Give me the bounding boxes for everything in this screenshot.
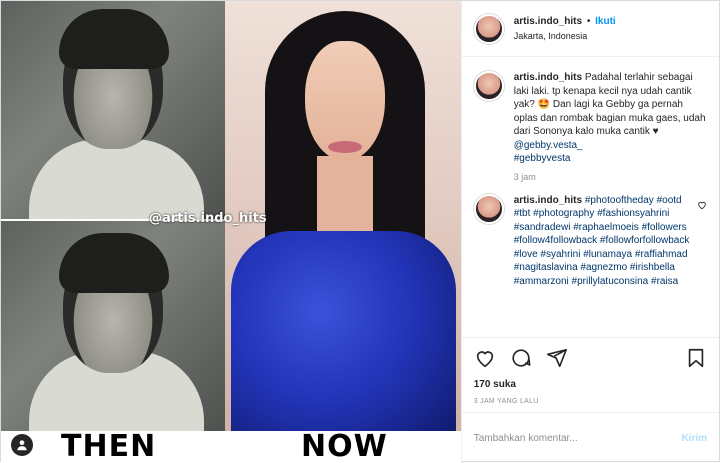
comments-section[interactable]: artis.indo_hits Padahal terlahir sebagai… — [462, 57, 719, 337]
avatar[interactable] — [473, 193, 504, 224]
instagram-post: @artis.indo_hits THEN NOW artis.indo_hit… — [0, 0, 720, 463]
follow-button[interactable]: Ikuti — [595, 16, 616, 27]
bookmark-icon[interactable] — [685, 347, 707, 369]
caption-body: artis.indo_hits Padahal terlahir sebagai… — [514, 71, 707, 166]
now-label: NOW — [301, 429, 388, 463]
caption-mention[interactable]: @gebby.vesta_ — [514, 140, 583, 151]
then-label: THEN — [61, 429, 157, 463]
header-username[interactable]: artis.indo_hits — [514, 16, 582, 27]
caption-username[interactable]: artis.indo_hits — [514, 72, 582, 83]
action-bar — [461, 337, 719, 377]
likes-count[interactable]: 170 suka — [462, 377, 719, 393]
header-text: artis.indo_hits • Ikuti Jakarta, Indones… — [514, 15, 616, 43]
hashtag-list[interactable]: #photooftheday #ootd #tbt #photography #… — [514, 195, 690, 287]
caption-comment: artis.indo_hits Padahal terlahir sebagai… — [473, 71, 707, 166]
person-icon — [17, 440, 27, 451]
post-comment-button[interactable]: Kirim — [681, 433, 707, 444]
shirt-shape — [29, 139, 204, 219]
hashtag-comment: artis.indo_hits #photooftheday #ootd #tb… — [473, 193, 707, 289]
avatar[interactable] — [473, 13, 504, 44]
location-link[interactable]: Jakarta, Indonesia — [514, 29, 616, 43]
watermark-text: @artis.indo_hits — [149, 211, 267, 226]
post-side-panel: artis.indo_hits • Ikuti Jakarta, Indones… — [460, 1, 719, 463]
post-time[interactable]: 3 JAM YANG LALU — [461, 393, 719, 413]
hashtag-comment-body: artis.indo_hits #photooftheday #ootd #tb… — [514, 194, 697, 289]
lips-shape — [328, 141, 362, 153]
add-comment-bar: Kirim — [462, 413, 719, 463]
heart-icon[interactable] — [474, 347, 496, 369]
hair-shape — [59, 233, 169, 293]
then-photo-bottom — [1, 221, 225, 431]
neck-shape — [317, 156, 373, 236]
hair-shape — [59, 9, 169, 69]
avatar[interactable] — [473, 71, 504, 101]
hashtag-comment-username[interactable]: artis.indo_hits — [514, 195, 582, 206]
post-header: artis.indo_hits • Ikuti Jakarta, Indones… — [461, 1, 719, 57]
heart-icon[interactable] — [697, 200, 707, 210]
share-icon[interactable] — [546, 347, 568, 369]
caption-hashtag[interactable]: #gebbyvesta — [514, 153, 571, 164]
post-image[interactable]: @artis.indo_hits THEN NOW — [1, 1, 461, 463]
dress-shape — [231, 231, 456, 431]
caption-timestamp[interactable]: 3 jam — [514, 172, 707, 182]
comment-icon[interactable] — [510, 347, 532, 369]
header-separator: • — [586, 15, 591, 27]
user-tag-button[interactable] — [11, 434, 33, 456]
comment-input[interactable] — [473, 432, 682, 444]
then-photo-top — [1, 1, 225, 219]
